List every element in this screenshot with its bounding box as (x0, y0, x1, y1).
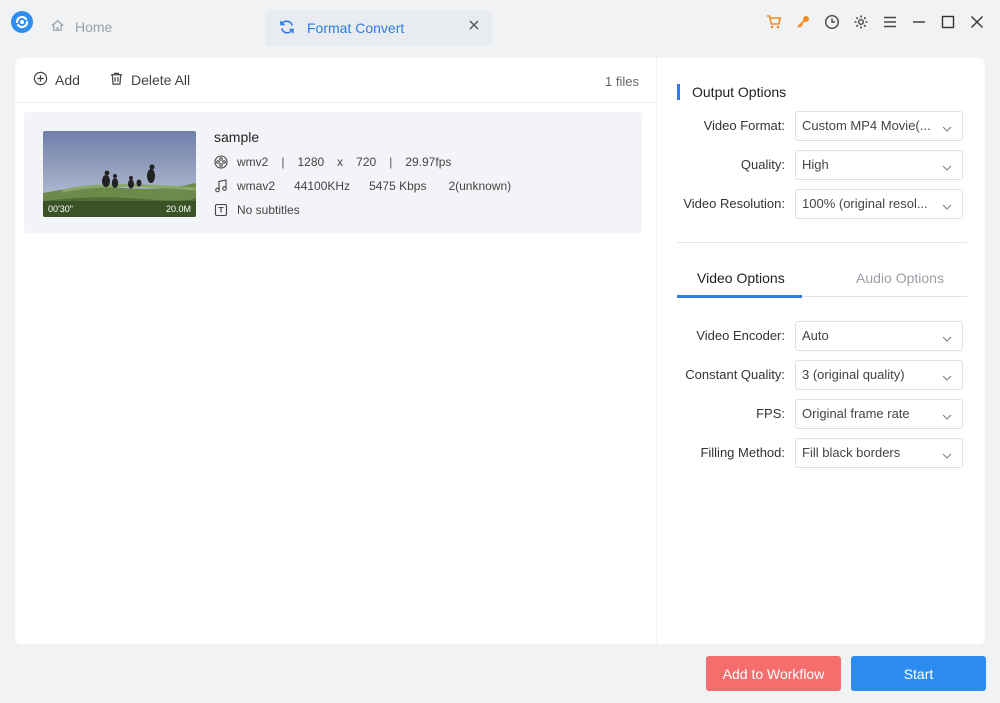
chevron-down-icon (942, 410, 952, 420)
files-count: 1 files (605, 74, 639, 89)
filling-method-select[interactable]: Fill black borders (795, 438, 963, 468)
active-tab-indicator (677, 295, 802, 298)
dimension-x: x (337, 155, 344, 169)
fps-select[interactable]: Original frame rate (795, 399, 963, 429)
file-item[interactable]: 00'30" 20.0M sample wmv2 | 1280 x 720 | … (24, 112, 642, 233)
delete-all-button[interactable]: Delete All (109, 71, 190, 89)
film-icon (214, 155, 228, 169)
quality-value: High (802, 157, 829, 172)
video-encoder-select[interactable]: Auto (795, 321, 963, 351)
video-codec: wmv2 (237, 155, 269, 169)
video-format-value: Custom MP4 Movie(... (802, 118, 931, 133)
subtitle-info-row[interactable]: No subtitles (214, 203, 300, 217)
music-icon (214, 179, 228, 193)
close-icon[interactable] (466, 19, 482, 35)
video-encoder-value: Auto (802, 328, 829, 343)
video-width: 1280 (297, 155, 325, 169)
tab-home-label: Home (75, 19, 113, 35)
options-panel: Output Options Video Format: Custom MP4 … (657, 58, 985, 644)
title-bar: Home Format Convert (0, 0, 1000, 46)
video-resolution-select[interactable]: 100% (original resol... (795, 189, 963, 219)
video-resolution-label: Video Resolution: (683, 196, 785, 211)
fps-label: FPS: (756, 406, 785, 421)
add-button[interactable]: Add (33, 71, 80, 89)
chevron-down-icon (942, 122, 952, 132)
options-tabs: Video Options Audio Options (677, 263, 967, 298)
start-button[interactable]: Start (851, 656, 986, 691)
video-encoder-label: Video Encoder: (696, 328, 785, 343)
add-label: Add (55, 72, 80, 88)
filling-method-label: Filling Method: (700, 445, 785, 460)
tab-audio-options[interactable]: Audio Options (856, 270, 944, 286)
video-format-label: Video Format: (703, 118, 785, 133)
clock-icon[interactable] (823, 12, 841, 32)
video-info-row: wmv2 | 1280 x 720 | 29.97fps (214, 155, 451, 169)
trash-icon (109, 71, 124, 89)
separator: | (389, 155, 393, 169)
home-icon (50, 18, 65, 36)
chevron-down-icon (942, 332, 952, 342)
video-size: 20.0M (165, 204, 191, 214)
app-logo-icon (10, 10, 34, 34)
subtitle-icon (214, 203, 228, 217)
tab-video-options[interactable]: Video Options (697, 270, 785, 286)
window-close-icon[interactable] (968, 12, 986, 32)
tab-format-convert[interactable]: Format Convert (265, 10, 492, 46)
menu-icon[interactable] (881, 12, 899, 32)
video-duration: 00'30" (48, 204, 73, 214)
audio-channels: 2(unknown) (448, 179, 512, 193)
refresh-icon (279, 19, 295, 38)
audio-sample-rate: 44100KHz (294, 179, 351, 193)
audio-codec: wmav2 (237, 179, 276, 193)
tab-home[interactable]: Home (50, 10, 112, 44)
output-options-title: Output Options (677, 84, 786, 100)
video-resolution-value: 100% (original resol... (802, 196, 928, 211)
key-icon[interactable] (794, 12, 812, 32)
delete-all-label: Delete All (131, 72, 191, 88)
chevron-down-icon (942, 371, 952, 381)
file-name: sample (214, 129, 260, 145)
minimize-icon[interactable] (910, 12, 928, 32)
file-list-panel: Add Delete All 1 files 00'30" 20.0M samp… (15, 58, 656, 644)
quality-label: Quality: (740, 157, 785, 172)
filling-method-value: Fill black borders (802, 445, 901, 460)
audio-info-row: wmav2 44100KHz 5475 Kbps 2(unknown) (214, 179, 511, 193)
add-to-workflow-button[interactable]: Add to Workflow (706, 656, 841, 691)
gear-icon[interactable] (852, 12, 870, 32)
cart-icon[interactable] (765, 12, 783, 32)
subtitles-value: No subtitles (237, 203, 300, 217)
constant-quality-label: Constant Quality: (685, 367, 785, 382)
quality-select[interactable]: High (795, 150, 963, 180)
fps-value: Original frame rate (802, 406, 910, 421)
tab-format-convert-label: Format Convert (307, 20, 405, 36)
video-format-select[interactable]: Custom MP4 Movie(... (795, 111, 963, 141)
maximize-icon[interactable] (939, 12, 957, 32)
audio-bitrate: 5475 Kbps (369, 179, 427, 193)
window-controls (765, 12, 986, 32)
file-toolbar: Add Delete All 1 files (15, 58, 656, 103)
add-icon (33, 71, 48, 89)
constant-quality-select[interactable]: 3 (original quality) (795, 360, 963, 390)
video-fps: 29.97fps (405, 155, 452, 169)
chevron-down-icon (942, 200, 952, 210)
video-height: 720 (356, 155, 377, 169)
chevron-down-icon (942, 161, 952, 171)
chevron-down-icon (942, 449, 952, 459)
constant-quality-value: 3 (original quality) (802, 367, 905, 382)
separator: | (281, 155, 285, 169)
video-thumbnail[interactable]: 00'30" 20.0M (43, 131, 196, 217)
divider (677, 242, 967, 243)
